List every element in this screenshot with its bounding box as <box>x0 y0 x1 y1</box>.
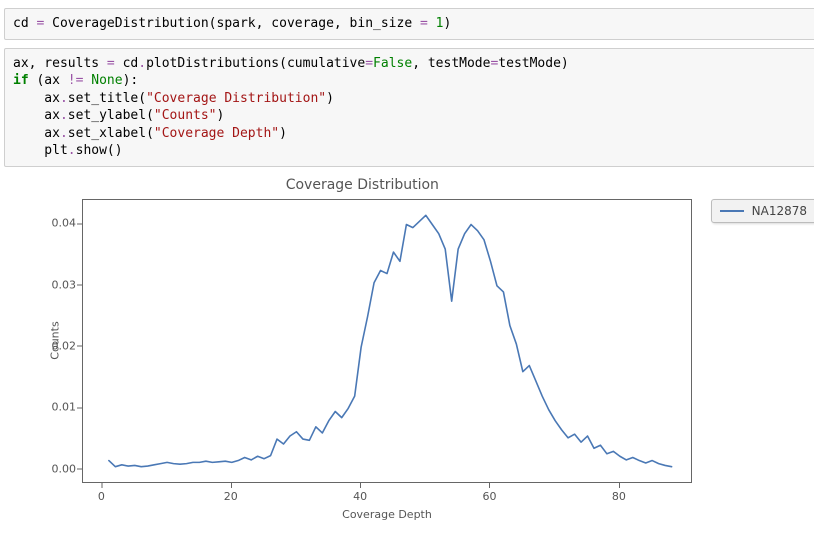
legend-swatch-icon <box>720 210 744 212</box>
line-series <box>83 200 691 482</box>
code-cell-1[interactable]: cd = CoverageDistribution(spark, coverag… <box>4 8 814 40</box>
chart-legend: NA12878 <box>711 199 814 223</box>
y-tick: 0.00 <box>22 462 76 475</box>
chart-title: Coverage Distribution <box>22 177 703 193</box>
y-tick: 0.04 <box>22 217 76 230</box>
legend-label: NA12878 <box>752 204 807 218</box>
x-axis-label: Coverage Depth <box>82 508 692 521</box>
code-cell-2[interactable]: ax, results = cd.plotDistributions(cumul… <box>4 48 814 167</box>
y-tick: 0.02 <box>22 339 76 352</box>
x-tick: 40 <box>353 490 367 503</box>
x-tick: 20 <box>224 490 238 503</box>
x-tick: 80 <box>612 490 626 503</box>
y-tick: 0.03 <box>22 278 76 291</box>
chart-output: Coverage Distribution Counts Coverage De… <box>4 175 814 525</box>
chart-container: Coverage Distribution Counts Coverage De… <box>22 175 703 525</box>
y-tick: 0.01 <box>22 401 76 414</box>
plot-area <box>82 199 692 483</box>
x-tick: 0 <box>98 490 105 503</box>
x-tick: 60 <box>482 490 496 503</box>
